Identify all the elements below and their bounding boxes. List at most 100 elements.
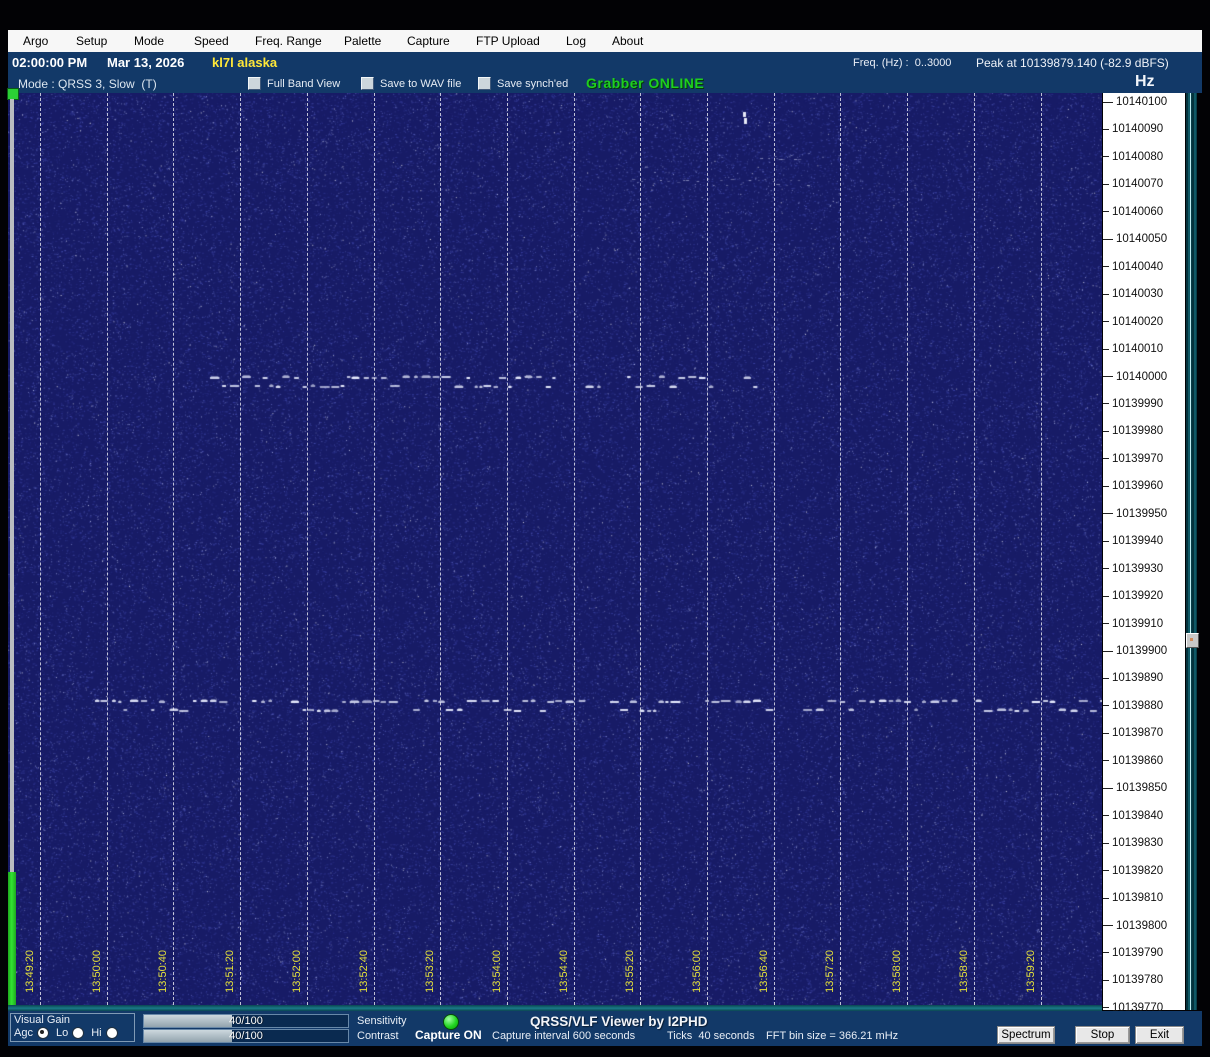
freq-value: 10139980 — [1112, 425, 1164, 438]
checkbox-icon[interactable] — [478, 77, 491, 90]
freq-tick-mark — [1103, 211, 1109, 213]
freq-value: 10139790 — [1112, 946, 1164, 959]
time-gridline — [173, 93, 175, 1010]
save-to-wav-checkbox[interactable]: Save to WAV file — [361, 77, 461, 90]
fft-bin-info: FFT bin size = 366.21 mHz — [766, 1030, 899, 1042]
freq-value: 10139890 — [1112, 672, 1164, 685]
freq-tick-mark — [1103, 430, 1109, 432]
freq-value: 10139910 — [1112, 617, 1164, 630]
freq-scale-label: 10139890 — [1103, 671, 1163, 685]
freq-value: 10139930 — [1112, 562, 1164, 575]
time-axis-label: 13:56:00 — [691, 950, 703, 993]
freq-scale-label: 10139820 — [1103, 864, 1163, 878]
stop-button[interactable]: Stop — [1075, 1026, 1130, 1044]
menu-item-speed[interactable]: Speed — [190, 30, 233, 52]
time-axis-label: 13:53:20 — [424, 950, 437, 993]
menu-item-about[interactable]: About — [608, 30, 647, 52]
freq-tick-mark — [1103, 1007, 1109, 1009]
freq-value: 10140030 — [1112, 288, 1164, 301]
save-synched-checkbox[interactable]: Save synch'ed — [478, 77, 568, 90]
visual-gain-radios: Agc Lo Hi — [14, 1027, 125, 1039]
freq-scale-label: 10140100 — [1103, 95, 1167, 109]
time-axis-label: 13:58:40 — [957, 950, 970, 993]
freq-value: 10140060 — [1112, 205, 1164, 218]
visual-gain-groupbox: Visual Gain Agc Lo Hi — [10, 1013, 135, 1042]
exit-button[interactable]: Exit — [1135, 1026, 1184, 1044]
hz-unit-label: Hz — [1135, 73, 1155, 90]
scrollbar-center-line — [1190, 93, 1191, 1010]
hi-radio-button[interactable] — [105, 1027, 118, 1039]
freq-tick-mark — [1103, 732, 1109, 734]
bottom-control-bar: Visual Gain Agc Lo Hi 40/100 40/100 Sens… — [8, 1011, 1202, 1046]
freq-value: 10140100 — [1116, 96, 1168, 108]
freq-scale-label: 10139940 — [1103, 534, 1163, 548]
freq-tick-mark — [1103, 376, 1113, 377]
freq-scale-label: 10140090 — [1103, 122, 1163, 136]
radio-label-lo: Lo — [55, 1027, 69, 1039]
freq-value: 10139810 — [1112, 892, 1164, 905]
time-gridline — [840, 93, 842, 1010]
freq-tick-mark — [1103, 513, 1113, 515]
time-gridline — [106, 93, 108, 1010]
sensitivity-value: 40/100 — [229, 1015, 263, 1027]
freq-tick-mark — [1103, 595, 1109, 597]
capture-progress-bar — [8, 872, 16, 1005]
contrast-slider[interactable]: 40/100 — [143, 1029, 349, 1043]
lo-radio-button[interactable] — [72, 1027, 85, 1039]
sensitivity-slider[interactable]: 40/100 — [143, 1014, 349, 1028]
menu-item-setup[interactable]: Setup — [72, 30, 111, 52]
full-band-view-checkbox[interactable]: Full Band View — [248, 77, 340, 90]
agc-radio-button[interactable] — [36, 1027, 49, 1039]
waterfall-display[interactable]: 13:49:20 13:50:00 13:50:40 13:51:20 13:52:00… — [8, 93, 1102, 1010]
freq-scale-label: 10140060 — [1103, 205, 1163, 219]
freq-value: 10139820 — [1112, 864, 1164, 877]
checkbox-label: Full Band View — [267, 77, 341, 90]
freq-scale-label: 10140030 — [1103, 287, 1163, 301]
time-gridline — [240, 93, 242, 1010]
time-axis-label: 13:58:00 — [891, 950, 904, 993]
checkbox-icon[interactable] — [361, 77, 374, 90]
menu-item-palette[interactable]: Palette — [340, 30, 385, 52]
freq-value: 10139850 — [1116, 782, 1168, 795]
time-axis-label: 13:52:00 — [290, 950, 303, 993]
freq-tick-mark — [1103, 815, 1109, 817]
time-axis-label: 13:54:40 — [557, 950, 570, 993]
freq-scale-label: 10140050 — [1103, 232, 1167, 246]
menu-item-ftp-upload[interactable]: FTP Upload — [472, 30, 544, 52]
capture-status: Capture ON — [415, 1028, 482, 1042]
menu-item-capture[interactable]: Capture — [403, 30, 454, 52]
capture-interval-info: Capture interval 600 seconds — [492, 1030, 636, 1042]
freq-scale-label: 10140000 — [1103, 370, 1167, 384]
freq-tick-mark — [1103, 568, 1109, 570]
scrollbar-handle[interactable] — [1186, 633, 1199, 648]
freq-scale-label: 10139970 — [1103, 452, 1163, 466]
freq-scale-label: 10139840 — [1103, 809, 1163, 823]
freq-tick-mark — [1103, 650, 1113, 652]
freq-tick-mark — [1103, 128, 1109, 130]
spectrum-button[interactable]: Spectrum — [997, 1026, 1055, 1044]
freq-scale-label: 10139950 — [1103, 507, 1167, 521]
freq-value: 10139880 — [1112, 699, 1164, 712]
freq-value: 10139920 — [1112, 590, 1164, 603]
menu-item-log[interactable]: Log — [562, 30, 590, 52]
radio-label-hi: Hi — [91, 1027, 102, 1039]
mode-bar: Mode : QRSS 3, Slow (T) Full Band View S… — [8, 73, 1202, 93]
time-axis-label: 13:50:40 — [157, 950, 170, 993]
freq-tick-mark — [1103, 705, 1109, 707]
freq-tick-mark — [1103, 952, 1109, 954]
freq-tick-mark — [1103, 266, 1109, 268]
freq-scale-label: 10140080 — [1103, 150, 1163, 164]
freq-value: 10139800 — [1116, 919, 1168, 932]
menu-item-argo[interactable]: Argo — [19, 30, 52, 52]
waterfall-canvas[interactable] — [8, 93, 1102, 1010]
checkbox-icon[interactable] — [248, 77, 261, 90]
freq-value: 10139970 — [1112, 452, 1164, 465]
freq-scale-label: 10139910 — [1103, 617, 1163, 631]
freq-value: 10139860 — [1112, 754, 1164, 767]
menu-item-mode[interactable]: Mode — [130, 30, 168, 52]
menu-item-freq-range[interactable]: Freq. Range — [251, 30, 326, 52]
freq-value: 10140080 — [1112, 150, 1164, 163]
frequency-offset-scrollbar[interactable] — [1186, 93, 1199, 1010]
menu-bar: Argo Setup Mode Speed Freq. Range Palette Capt… — [8, 30, 1202, 53]
time-gridline — [973, 93, 975, 1010]
